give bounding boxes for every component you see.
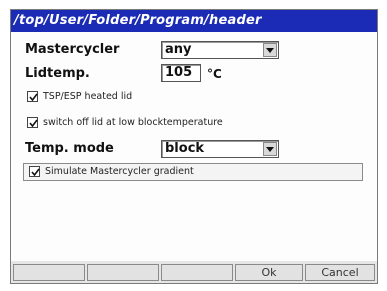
chevron-down-icon[interactable] bbox=[263, 142, 277, 156]
mastercycler-select[interactable]: any bbox=[161, 41, 279, 59]
simulate-gradient-row[interactable]: Simulate Mastercycler gradient bbox=[23, 163, 363, 181]
lidtemp-unit: °C bbox=[207, 67, 222, 81]
mastercycler-value: any bbox=[165, 42, 192, 57]
mastercycler-label: Mastercycler bbox=[25, 42, 120, 57]
simulate-gradient-label: Simulate Mastercycler gradient bbox=[45, 166, 194, 177]
switch-off-lid-checkbox[interactable] bbox=[27, 117, 38, 128]
checkmark-icon bbox=[31, 168, 40, 177]
cancel-button[interactable]: Cancel bbox=[305, 264, 375, 281]
softkey-3[interactable] bbox=[161, 264, 233, 281]
dialog-window: /top/User/Folder/Program/header Mastercy… bbox=[10, 9, 378, 284]
checkmark-icon bbox=[29, 119, 38, 128]
switch-off-lid-label: switch off lid at low blocktemperature bbox=[43, 117, 223, 128]
tsp-esp-checkbox[interactable] bbox=[27, 91, 38, 102]
tsp-esp-label: TSP/ESP heated lid bbox=[43, 91, 133, 102]
temp-mode-value: block bbox=[165, 141, 205, 156]
ok-button[interactable]: Ok bbox=[235, 264, 303, 281]
lidtemp-label: Lidtemp. bbox=[25, 66, 90, 81]
temp-mode-label: Temp. mode bbox=[25, 141, 114, 156]
temp-mode-select[interactable]: block bbox=[161, 140, 279, 158]
chevron-down-icon[interactable] bbox=[263, 43, 277, 57]
lidtemp-input[interactable]: 105 bbox=[161, 64, 201, 82]
dialog-content: Mastercycler any Lidtemp. 105 °C TSP/ESP… bbox=[11, 32, 377, 262]
button-bar: Ok Cancel bbox=[11, 261, 377, 283]
simulate-gradient-checkbox[interactable] bbox=[29, 166, 40, 177]
window-title: /top/User/Folder/Program/header bbox=[11, 10, 377, 32]
softkey-1[interactable] bbox=[13, 264, 85, 281]
softkey-2[interactable] bbox=[87, 264, 159, 281]
checkmark-icon bbox=[29, 93, 38, 102]
